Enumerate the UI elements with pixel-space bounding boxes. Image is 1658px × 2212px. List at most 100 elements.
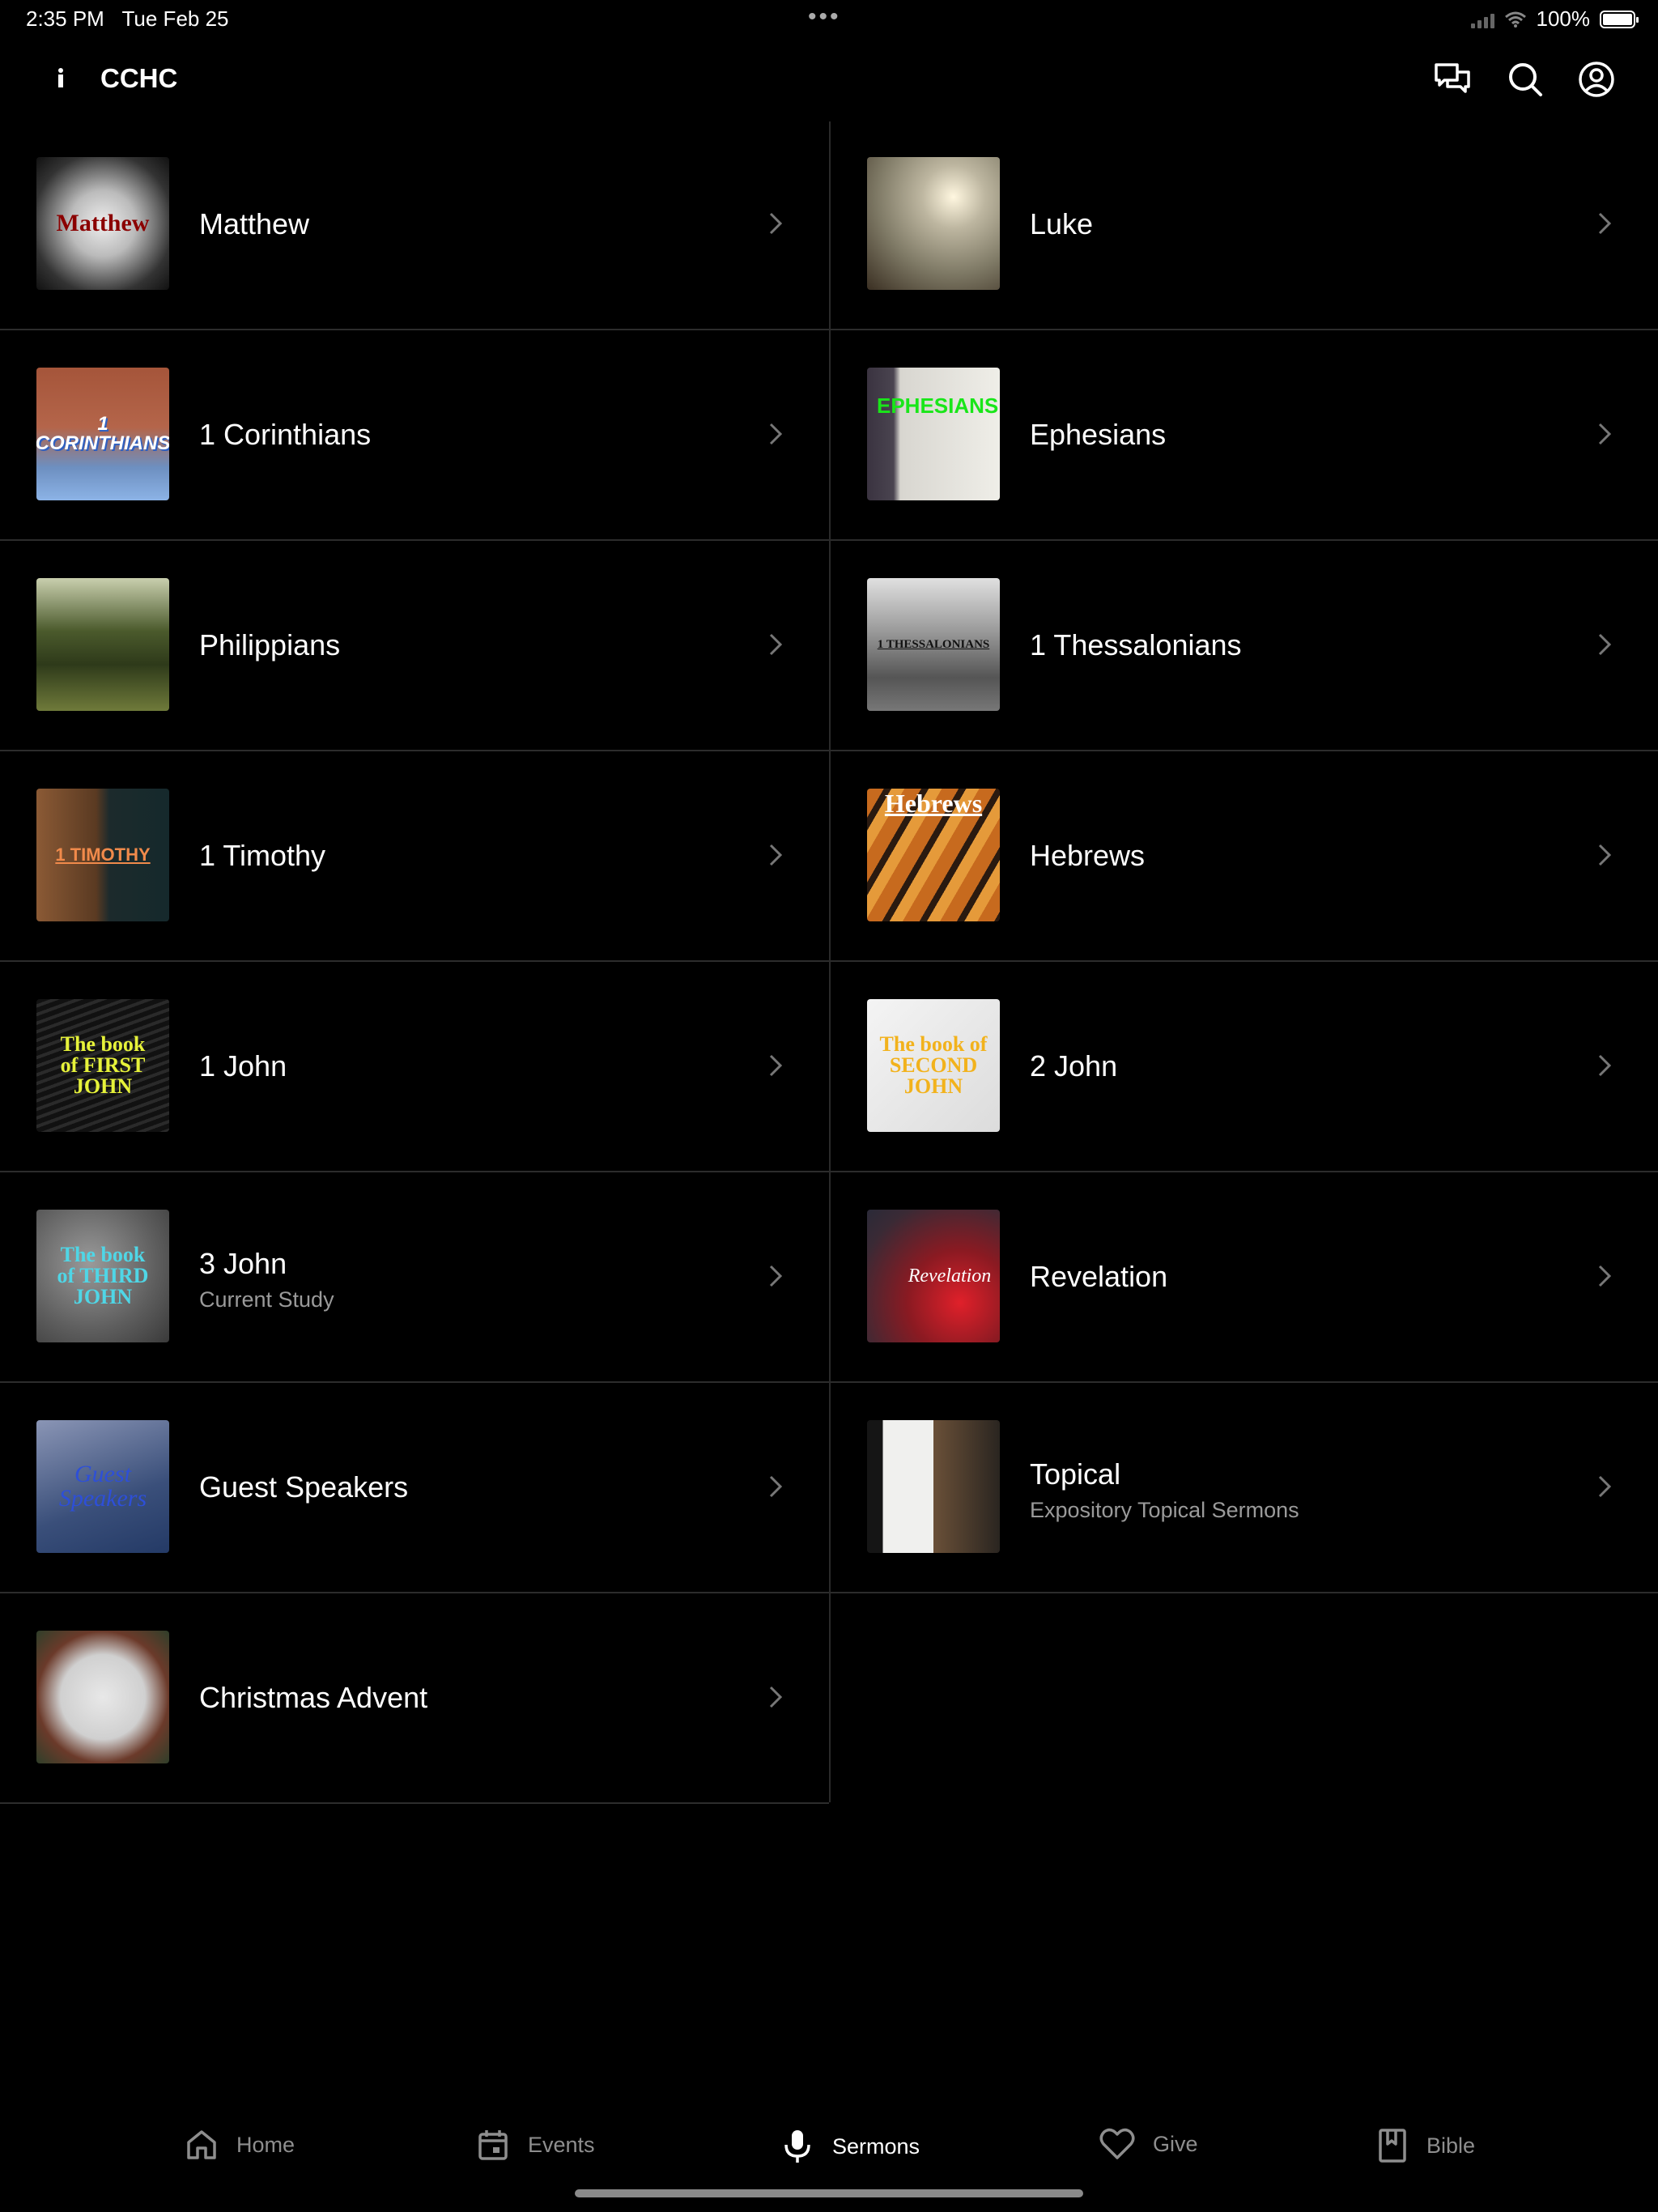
status-indicators: 100% xyxy=(1470,6,1639,32)
series-title: Philippians xyxy=(199,628,341,661)
series-title: Christmas Advent xyxy=(199,1681,428,1714)
chevron-right-icon xyxy=(1598,1054,1612,1077)
tab-home[interactable]: Home xyxy=(185,2128,295,2162)
series-thumbnail: EPHESIANS xyxy=(867,368,1000,500)
series-title: Luke xyxy=(1030,207,1094,240)
series-thumbnail: 1 CORINTHIANS xyxy=(36,368,169,500)
series-text: 1 John xyxy=(199,1049,287,1083)
thumbnail-caption: EPHESIANS xyxy=(877,393,999,418)
search-icon xyxy=(1509,63,1542,96)
series-thumbnail: The book of FIRST JOHN xyxy=(36,999,169,1132)
series-row-guest-speakers[interactable]: Guest Speakers Guest Speakers xyxy=(0,1383,829,1593)
series-subtitle: Expository Topical Sermons xyxy=(1030,1498,1299,1522)
series-thumbnail xyxy=(36,578,169,711)
series-row-ephesians[interactable]: EPHESIANS Ephesians xyxy=(831,330,1658,541)
series-row-matthew[interactable]: Matthew Matthew xyxy=(0,120,829,330)
tab-label: Events xyxy=(528,2132,595,2157)
tab-events[interactable]: Events xyxy=(476,2128,595,2162)
series-row-revelation[interactable]: Revelation Revelation xyxy=(831,1172,1658,1383)
tab-sermons[interactable]: Sermons xyxy=(780,2128,920,2165)
series-title: 1 John xyxy=(199,1049,287,1083)
chevron-right-icon xyxy=(769,212,783,235)
chevron-right-icon xyxy=(1598,212,1612,235)
chevron-right-icon xyxy=(1598,1475,1612,1498)
series-text: 1 Corinthians xyxy=(199,418,371,452)
series-thumbnail: Hebrews xyxy=(867,789,1000,921)
chevron-right-icon xyxy=(1598,423,1612,445)
series-thumbnail: Revelation xyxy=(867,1210,1000,1342)
tab-give[interactable]: Give xyxy=(1099,2128,1198,2160)
series-row-2-john[interactable]: The book of SECOND JOHN 2 John xyxy=(831,962,1658,1172)
thumbnail-caption xyxy=(36,578,169,711)
status-bar: 2:35 PM Tue Feb 25 ••• 100% xyxy=(0,0,1658,39)
multitasking-dots-icon[interactable]: ••• xyxy=(808,3,841,31)
series-text: 1 Timothy xyxy=(199,839,325,873)
series-row-1-corinthians[interactable]: 1 CORINTHIANS 1 Corinthians xyxy=(0,330,829,541)
series-text: Philippians xyxy=(199,628,340,662)
series-row-philippians[interactable]: Philippians xyxy=(0,541,829,751)
series-row-luke[interactable]: Luke xyxy=(831,120,1658,330)
battery-icon xyxy=(1600,10,1639,28)
series-thumbnail xyxy=(867,157,1000,290)
series-title: Revelation xyxy=(1030,1260,1168,1293)
thumbnail-caption: 1 THESSALONIANS xyxy=(877,637,990,651)
series-title: Guest Speakers xyxy=(199,1470,409,1504)
chevron-right-icon xyxy=(1598,633,1612,656)
series-row-topical[interactable]: Topical Expository Topical Sermons xyxy=(831,1383,1658,1593)
series-text: 3 John Current Study xyxy=(199,1247,334,1312)
series-text: Matthew xyxy=(199,207,309,241)
chevron-right-icon xyxy=(1598,844,1612,866)
search-button[interactable] xyxy=(1504,58,1546,100)
series-thumbnail: Matthew xyxy=(36,157,169,290)
series-text: Luke xyxy=(1030,207,1093,241)
series-title: Topical xyxy=(1030,1457,1121,1491)
series-text: 1 Thessalonians xyxy=(1030,628,1242,662)
tab-label: Give xyxy=(1153,2131,1198,2156)
home-icon xyxy=(187,2130,216,2159)
wifi-icon xyxy=(1504,11,1526,28)
tab-label: Home xyxy=(236,2132,295,2157)
series-row-1-john[interactable]: The book of FIRST JOHN 1 John xyxy=(0,962,829,1172)
profile-button[interactable] xyxy=(1575,58,1618,100)
series-title: 3 John xyxy=(199,1247,287,1280)
series-title: 2 John xyxy=(1030,1049,1118,1083)
series-title: 1 Thessalonians xyxy=(1030,628,1242,661)
heart-icon xyxy=(1099,2128,1135,2159)
series-thumbnail: Guest Speakers xyxy=(36,1420,169,1553)
tab-label: Bible xyxy=(1426,2133,1476,2158)
cellular-signal-icon xyxy=(1470,11,1494,28)
chevron-right-icon xyxy=(769,633,783,656)
series-thumbnail: 1 TIMOTHY xyxy=(36,789,169,921)
thumbnail-caption: Matthew xyxy=(56,210,150,236)
bottom-tab-bar: Home Events Sermons Give Bible xyxy=(0,2105,1658,2194)
messages-button[interactable] xyxy=(1431,58,1473,100)
thumbnail-caption: The book of SECOND JOHN xyxy=(879,1032,988,1098)
series-row-1-timothy[interactable]: 1 TIMOTHY 1 Timothy xyxy=(0,751,829,962)
status-time: 2:35 PM Tue Feb 25 xyxy=(26,6,229,32)
thumbnail-caption: 1 TIMOTHY xyxy=(55,844,151,865)
series-thumbnail: The book of SECOND JOHN xyxy=(867,999,1000,1132)
account-circle-icon xyxy=(1579,62,1614,97)
series-text: Hebrews xyxy=(1030,839,1145,873)
series-title: 1 Timothy xyxy=(199,839,326,872)
series-row-hebrews[interactable]: Hebrews Hebrews xyxy=(831,751,1658,962)
bookmark-book-icon xyxy=(1379,2129,1406,2163)
series-row-christmas-advent[interactable]: Christmas Advent xyxy=(0,1593,829,1804)
tab-label: Sermons xyxy=(832,2133,920,2159)
series-row-3-john[interactable]: The book of THIRD JOHN 3 John Current St… xyxy=(0,1172,829,1383)
series-thumbnail xyxy=(36,1631,169,1763)
battery-percent: 100% xyxy=(1536,6,1591,31)
series-thumbnail: 1 THESSALONIANS xyxy=(867,578,1000,711)
chevron-right-icon xyxy=(769,1054,783,1077)
series-text: Revelation xyxy=(1030,1260,1167,1294)
home-indicator[interactable] xyxy=(575,2189,1083,2197)
status-clock: 2:35 PM xyxy=(26,6,104,31)
series-row-1-thessalonians[interactable]: 1 THESSALONIANS 1 Thessalonians xyxy=(831,541,1658,751)
thumbnail-caption: Guest Speakers xyxy=(58,1461,147,1512)
thumbnail-caption: Hebrews xyxy=(884,789,983,818)
series-text: 2 John xyxy=(1030,1049,1117,1083)
tab-bible[interactable]: Bible xyxy=(1376,2128,1475,2163)
thumbnail-caption: 1 CORINTHIANS xyxy=(36,413,169,454)
chevron-right-icon xyxy=(769,1475,783,1498)
thumbnail-caption: Revelation xyxy=(908,1266,992,1287)
